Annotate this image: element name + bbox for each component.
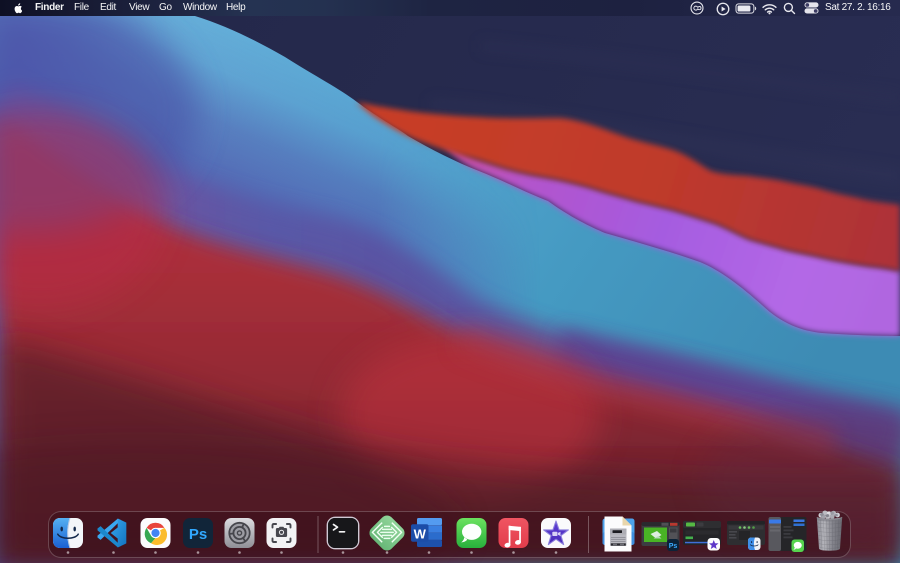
svg-text:Ps: Ps <box>669 543 678 550</box>
svg-text:Ps: Ps <box>189 526 207 543</box>
svg-text:W: W <box>414 527 427 542</box>
